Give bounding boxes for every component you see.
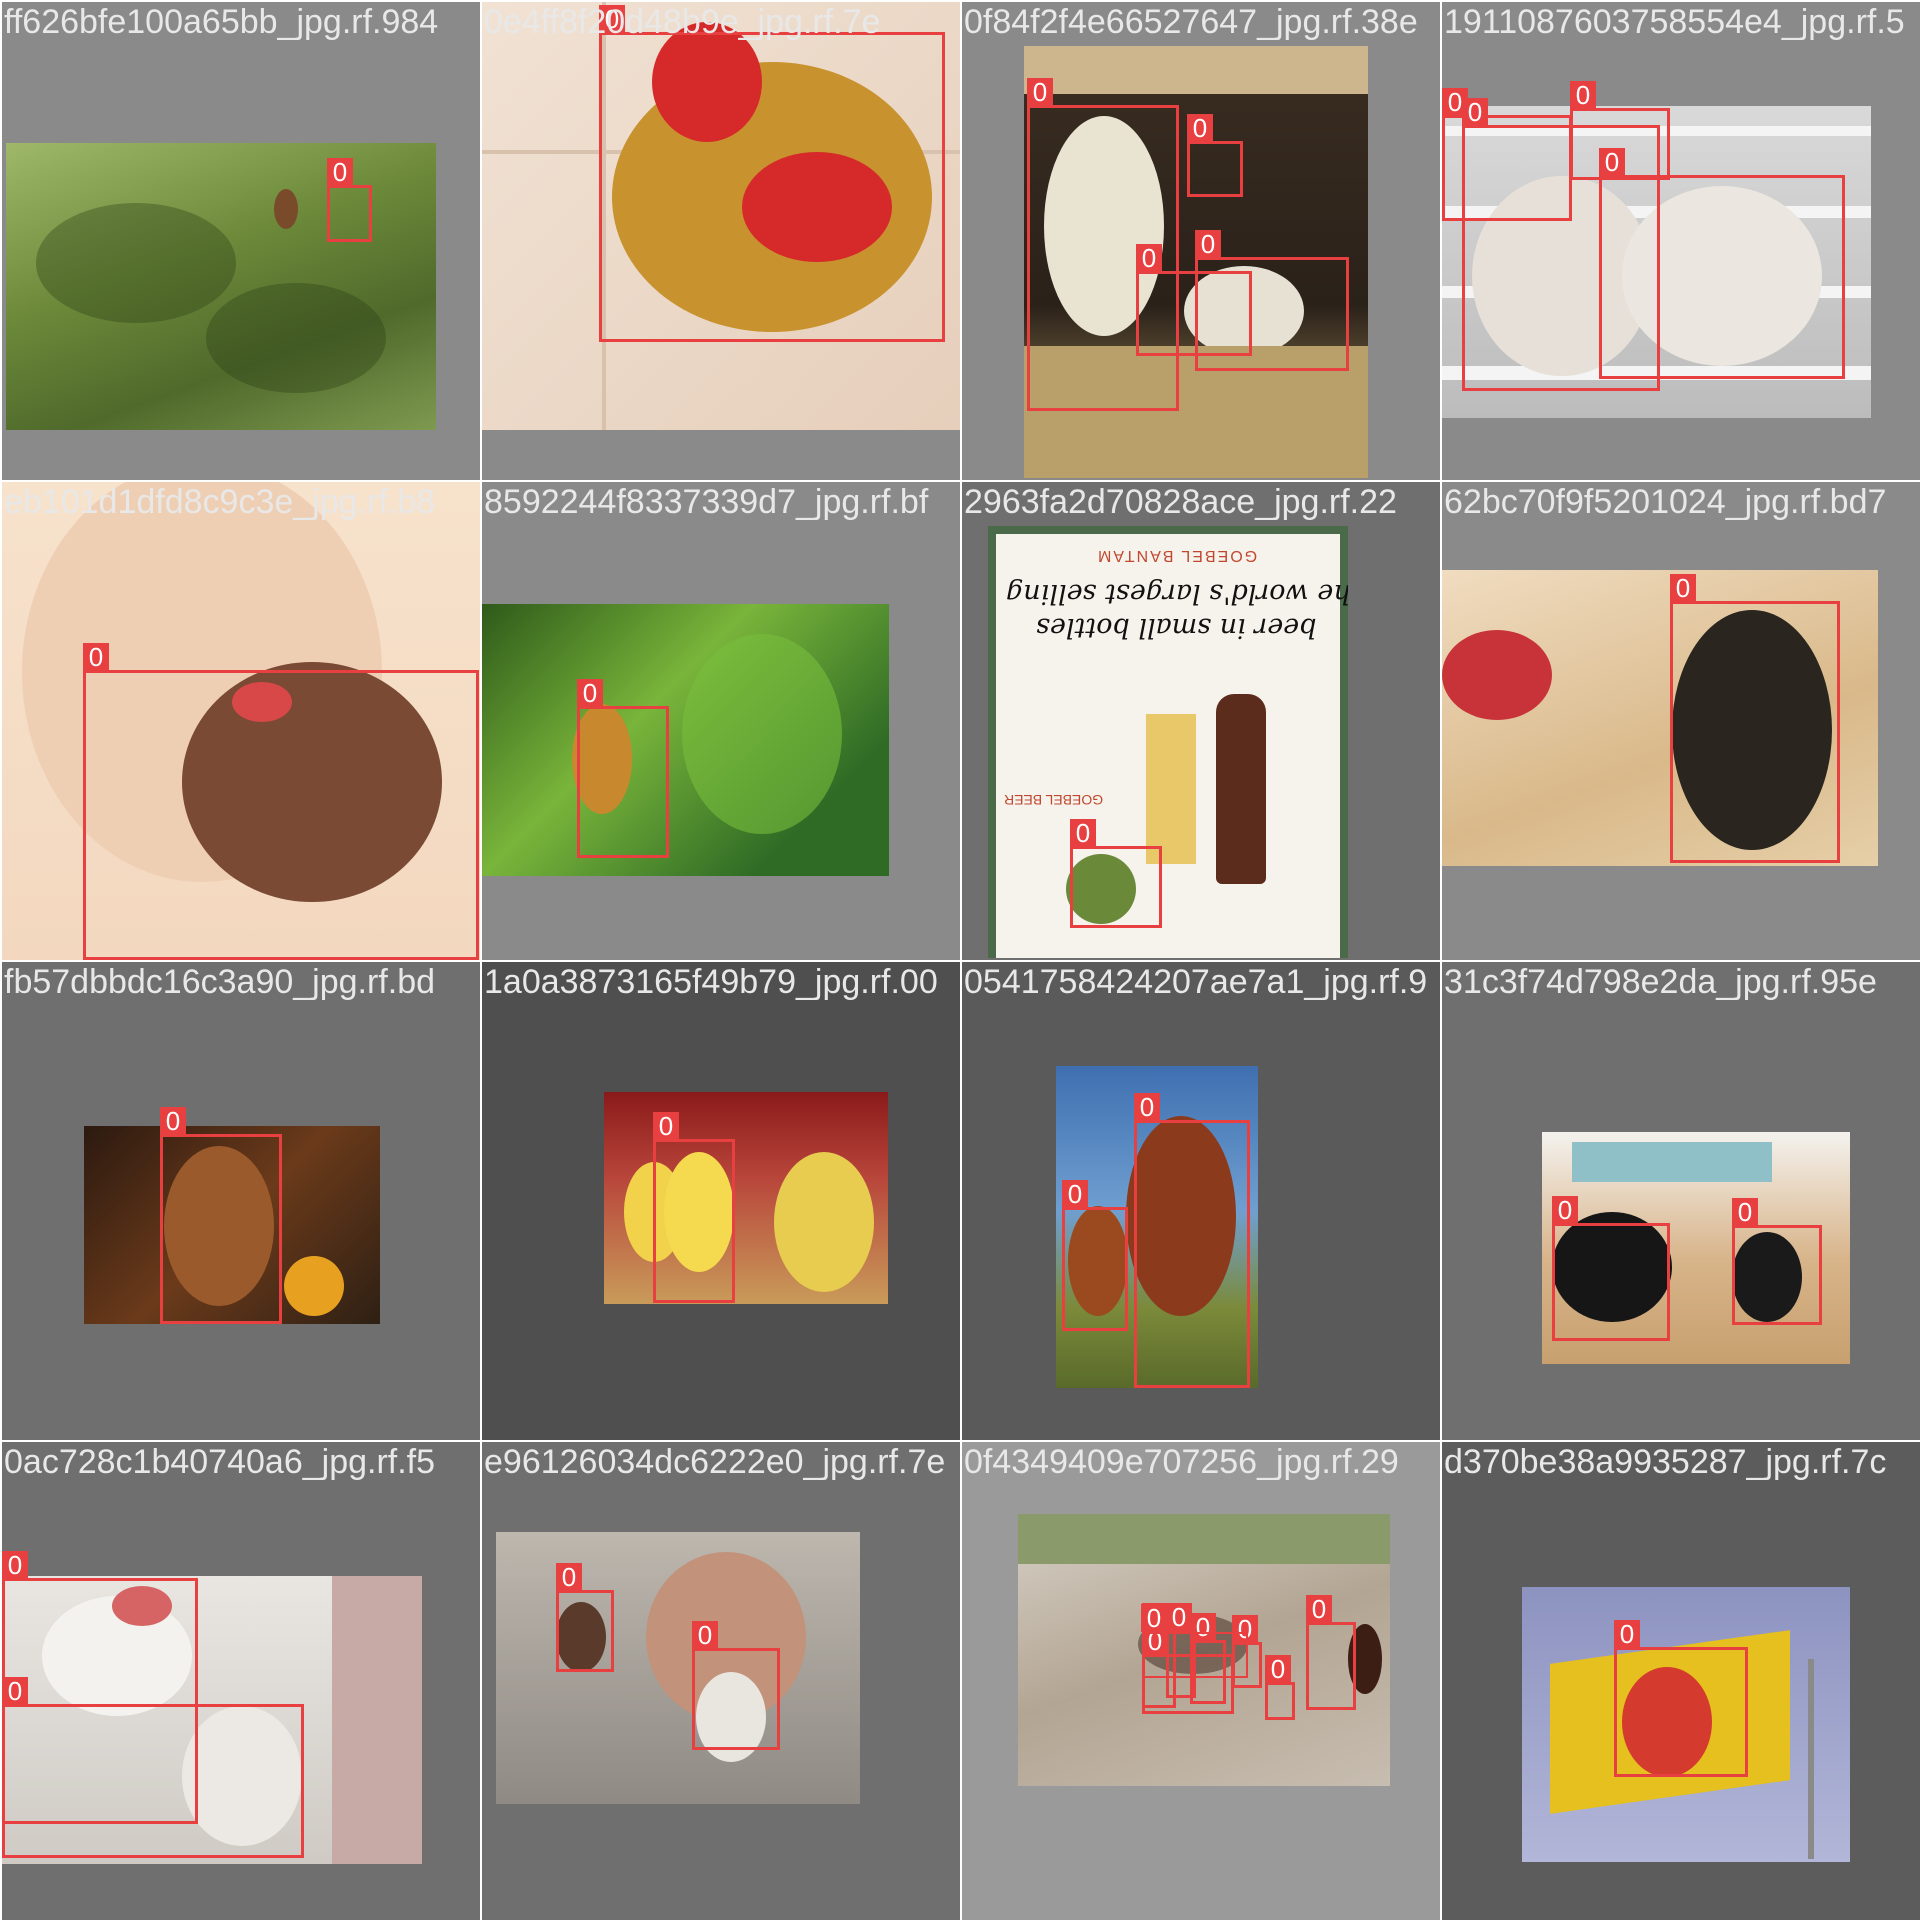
mosaic-tile[interactable]: 0e4ff8f20d48b9e_jpg.rf.7e 0 [482, 2, 960, 480]
mosaic-tile[interactable]: d370be38a9935287_jpg.rf.7c 0 [1442, 1442, 1920, 1920]
class-label: 0 [577, 679, 603, 707]
detection-box[interactable]: 0 [1187, 114, 1243, 197]
poster-heading: GOEBEL BANTAM [1096, 547, 1258, 564]
tile-title: 1911087603758554e4_jpg.rf.5 [1444, 3, 1905, 41]
class-label: 0 [1462, 98, 1488, 126]
class-label: 0 [160, 1107, 186, 1135]
tile-title: d370be38a9935287_jpg.rf.7c [1444, 1443, 1887, 1481]
class-label: 0 [2, 1551, 28, 1579]
class-label: 0 [692, 1621, 718, 1649]
tile-image [482, 604, 889, 876]
class-label: 0 [1187, 114, 1213, 142]
mosaic-tile[interactable]: 31c3f74d798e2da_jpg.rf.95e 0 0 [1442, 962, 1920, 1440]
class-label: 0 [1732, 1198, 1758, 1226]
class-label: 0 [2, 1677, 28, 1705]
tile-title: 0f84f2f4e66527647_jpg.rf.38e [964, 3, 1418, 41]
class-label: 0 [653, 1112, 679, 1140]
class-label: 0 [1134, 1093, 1160, 1121]
class-label: 0 [1265, 1655, 1291, 1683]
tile-image [496, 1532, 860, 1804]
class-label: 0 [1166, 1603, 1192, 1631]
mosaic-tile[interactable]: 0f84f2f4e66527647_jpg.rf.38e 0 0 0 0 [962, 2, 1440, 480]
mosaic-tile[interactable]: 62bc70f9f5201024_jpg.rf.bd7 0 [1442, 482, 1920, 960]
mosaic-tile[interactable]: GOEBEL BANTAM The world's largest sellin… [962, 482, 1440, 960]
detection-mosaic: ff626bfe100a65bb_jpg.rf.984 0 0e4ff8f20d… [0, 0, 1920, 1920]
detection-box[interactable]: 0 [1670, 574, 1840, 863]
class-label: 0 [1070, 819, 1096, 847]
tile-title: 0ac728c1b40740a6_jpg.rf.f5 [4, 1443, 436, 1481]
detection-box[interactable]: 0 [83, 643, 479, 960]
detection-box[interactable]: 0 [1599, 148, 1845, 379]
class-label: 0 [1306, 1595, 1332, 1623]
detection-box[interactable]: 0 [692, 1621, 780, 1750]
tile-title: 0541758424207ae7a1_jpg.rf.9 [964, 963, 1428, 1001]
detection-box[interactable]: 0 [1306, 1595, 1356, 1710]
tile-title: 31c3f74d798e2da_jpg.rf.95e [1444, 963, 1877, 1001]
tile-title: 8592244f8337339d7_jpg.rf.bf [484, 483, 929, 521]
poster-slogan-line2: beer in small bottles [1036, 612, 1317, 643]
mosaic-tile[interactable]: 0f4349409e707256_jpg.rf.29 0 0 0 0 0 0 0… [962, 1442, 1440, 1920]
beer-poster: GOEBEL BANTAM The world's largest sellin… [996, 534, 1348, 958]
mosaic-tile[interactable]: ff626bfe100a65bb_jpg.rf.984 0 [2, 2, 480, 480]
tile-title: 62bc70f9f5201024_jpg.rf.bd7 [1444, 483, 1887, 521]
mosaic-tile[interactable]: 1911087603758554e4_jpg.rf.5 0 0 0 0 [1442, 2, 1920, 480]
tile-title: e96126034dc6222e0_jpg.rf.7e [484, 1443, 946, 1481]
tile-image: GOEBEL BANTAM The world's largest sellin… [988, 526, 1348, 958]
detection-box[interactable]: 0 [1141, 1604, 1248, 1678]
class-label: 0 [1195, 230, 1221, 258]
detection-box[interactable]: 0 [556, 1563, 614, 1672]
detection-box[interactable]: 0 [1195, 230, 1349, 371]
mosaic-tile[interactable]: 8592244f8337339d7_jpg.rf.bf 0 [482, 482, 960, 960]
class-label: 0 [83, 643, 109, 671]
class-label: 0 [327, 158, 353, 186]
tile-title: 1a0a3873165f49b79_jpg.rf.00 [484, 963, 938, 1001]
tile-title: 2963fa2d70828ace_jpg.rf.22 [964, 483, 1397, 521]
class-label: 0 [599, 5, 625, 33]
detection-box[interactable]: 0 [1062, 1180, 1128, 1331]
mosaic-tile[interactable]: e96126034dc6222e0_jpg.rf.7e 0 0 [482, 1442, 960, 1920]
tile-title: ff626bfe100a65bb_jpg.rf.984 [4, 3, 439, 41]
class-label: 0 [1552, 1196, 1578, 1224]
detection-box[interactable]: 0 [1134, 1093, 1250, 1388]
class-label: 0 [1141, 1604, 1167, 1632]
class-label: 0 [1614, 1620, 1640, 1648]
detection-box[interactable]: 0 [160, 1107, 282, 1324]
class-label: 0 [1136, 244, 1162, 272]
detection-box[interactable]: 0 [1732, 1198, 1822, 1325]
class-label: 0 [556, 1563, 582, 1591]
detection-box[interactable]: 0 [1614, 1620, 1748, 1777]
class-label: 0 [1570, 81, 1596, 109]
class-label: 0 [1027, 78, 1053, 106]
class-label: 0 [1599, 148, 1625, 176]
tile-image [604, 1092, 888, 1304]
mosaic-tile[interactable]: fb57dbbdc16c3a90_jpg.rf.bd 0 [2, 962, 480, 1440]
detection-box[interactable]: 0 [599, 5, 945, 342]
poster-footer: GOEBEL BEER [1004, 792, 1104, 808]
detection-box[interactable]: 0 [1070, 819, 1162, 928]
mosaic-tile[interactable]: 0ac728c1b40740a6_jpg.rf.f5 0 0 [2, 1442, 480, 1920]
mosaic-tile[interactable]: eb101d1dfd8c9c3e_jpg.rf.b8 0 [2, 482, 480, 960]
mosaic-tile[interactable]: 1a0a3873165f49b79_jpg.rf.00 0 [482, 962, 960, 1440]
detection-box[interactable]: 0 [1552, 1196, 1670, 1341]
detection-box[interactable]: 0 [2, 1677, 304, 1858]
tile-title: 0f4349409e707256_jpg.rf.29 [964, 1443, 1399, 1481]
poster-slogan-line1: The world's largest selling [1006, 578, 1348, 609]
class-label: 0 [1670, 574, 1696, 602]
detection-box[interactable]: 0 [1265, 1655, 1295, 1720]
detection-box[interactable]: 0 [327, 158, 372, 242]
class-label: 0 [1062, 1180, 1088, 1208]
detection-box[interactable]: 0 [577, 679, 669, 858]
detection-box[interactable]: 0 [653, 1112, 735, 1303]
mosaic-tile[interactable]: 0541758424207ae7a1_jpg.rf.9 0 0 [962, 962, 1440, 1440]
tile-title: fb57dbbdc16c3a90_jpg.rf.bd [4, 963, 436, 1001]
